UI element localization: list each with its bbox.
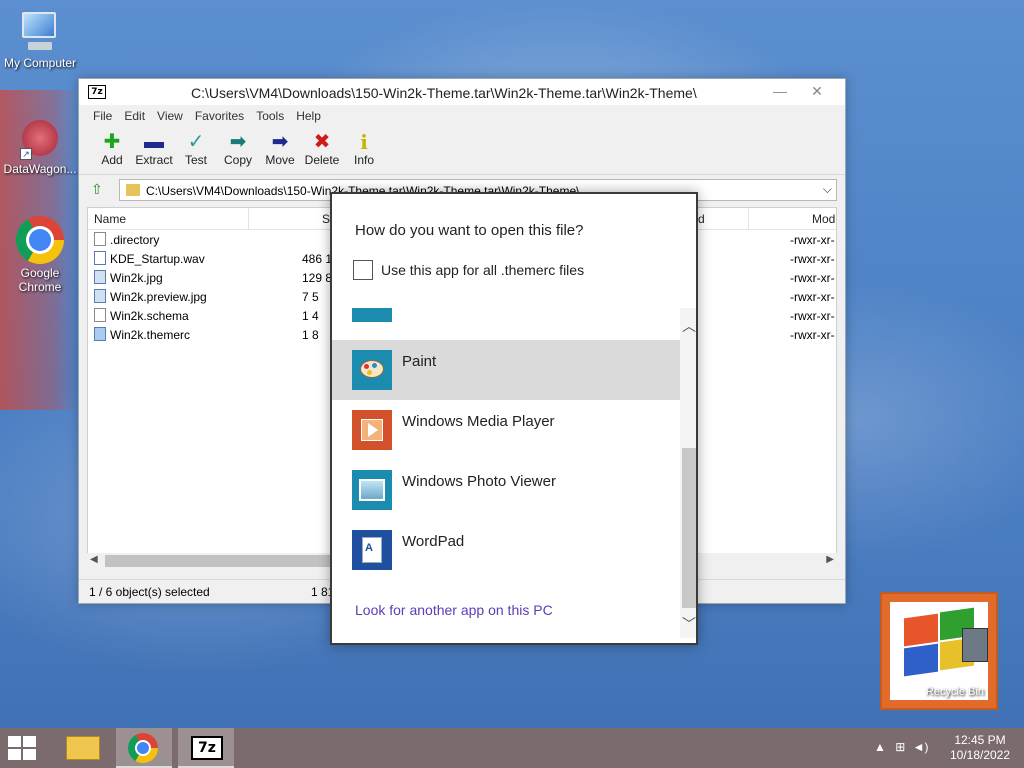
7zip-app-icon[interactable]: 7z xyxy=(88,85,106,99)
menu-favorites[interactable]: Favorites xyxy=(189,109,250,123)
start-button[interactable] xyxy=(8,736,38,760)
move-icon: ➡ xyxy=(271,131,289,153)
app-item-windows-media-player[interactable]: Windows Media Player xyxy=(332,400,680,460)
column-modified[interactable]: d xyxy=(698,212,705,226)
desktop-icon-label: DataWagon... xyxy=(3,162,77,176)
datawagon-icon: ↗ xyxy=(18,116,62,160)
dialog-question: How do you want to open this file? xyxy=(355,222,584,239)
scroll-right-icon[interactable]: ▶ xyxy=(826,554,834,565)
paint-icon xyxy=(352,350,392,390)
copy-icon: ➡ xyxy=(229,131,247,153)
desktop-icon-datawagon[interactable]: ↗ DataWagon... xyxy=(0,116,80,176)
desktop-icon-recycle-bin[interactable]: Recycle Bin xyxy=(880,592,998,710)
chevron-up-icon[interactable]: ︿ xyxy=(682,316,696,336)
look-for-another-app-link[interactable]: Look for another app on this PC xyxy=(355,602,553,618)
clock-time: 12:45 PM xyxy=(954,733,1006,747)
clock-date: 10/18/2022 xyxy=(949,748,1011,762)
volume-icon[interactable]: ◄) xyxy=(913,740,929,754)
file-icon xyxy=(94,327,106,341)
photo-viewer-icon xyxy=(352,470,392,510)
app-list: Paint Windows Media Player Windows Photo… xyxy=(332,308,680,608)
scrollbar-thumb[interactable] xyxy=(105,555,335,567)
menu-tools[interactable]: Tools xyxy=(250,109,290,123)
test-icon: ✓ xyxy=(187,131,205,153)
folder-icon xyxy=(126,184,140,196)
app-list-scrollbar[interactable]: ︿ ﹀ xyxy=(680,308,696,638)
desktop-icon-my-computer[interactable]: My Computer xyxy=(0,10,80,70)
info-button[interactable]: i Info xyxy=(343,127,385,174)
wordpad-icon: A xyxy=(352,530,392,570)
app-item-paint[interactable]: Paint xyxy=(332,340,680,400)
app-item-windows-photo-viewer[interactable]: Windows Photo Viewer xyxy=(332,460,680,520)
menu-bar: File Edit View Favorites Tools Help xyxy=(79,105,845,127)
minimize-button[interactable]: — xyxy=(767,81,793,101)
folder-icon xyxy=(66,736,100,760)
computer-icon xyxy=(18,10,62,54)
add-button[interactable]: ✚ Add xyxy=(91,127,133,174)
unknown-app-icon xyxy=(352,308,392,322)
network-icon[interactable]: ⊞ xyxy=(895,740,905,754)
window-title: C:\Users\VM4\Downloads\150-Win2k-Theme.t… xyxy=(191,85,697,101)
test-button[interactable]: ✓ Test xyxy=(175,127,217,174)
taskbar-google-chrome[interactable] xyxy=(116,728,172,768)
toolbar: ✚ Add ▬ Extract ✓ Test ➡ Copy ➡ Move ✖ Delete … xyxy=(79,127,845,175)
desktop-icon-label: Google Chrome xyxy=(18,266,62,294)
up-folder-icon[interactable]: ⇧ xyxy=(91,181,103,198)
app-item-wordpad[interactable]: A WordPad xyxy=(332,520,680,580)
column-name[interactable]: Name xyxy=(94,212,126,226)
delete-button[interactable]: ✖ Delete xyxy=(301,127,343,174)
close-button[interactable]: ✕ xyxy=(795,81,839,101)
windows-logo-icon xyxy=(8,736,21,747)
scrollbar-thumb[interactable] xyxy=(682,448,696,608)
shortcut-arrow-icon: ↗ xyxy=(20,148,32,160)
taskbar: 7z ▲ ⊞ ◄) 12:45 PM 10/18/2022 xyxy=(0,728,1024,768)
extract-button[interactable]: ▬ Extract xyxy=(133,127,175,174)
chrome-icon xyxy=(16,216,64,264)
recycle-bin-label: Recycle Bin xyxy=(925,686,984,698)
desktop-icon-google-chrome[interactable]: Google Chrome xyxy=(0,216,80,294)
always-use-label[interactable]: Use this app for all .themerc files xyxy=(381,262,584,278)
copy-button[interactable]: ➡ Copy xyxy=(217,127,259,174)
open-with-dialog: How do you want to open this file? Use t… xyxy=(330,192,698,645)
menu-view[interactable]: View xyxy=(151,109,189,123)
image-file-icon xyxy=(94,289,106,303)
info-icon: i xyxy=(360,130,368,154)
extract-icon: ▬ xyxy=(144,131,164,153)
taskbar-7zip[interactable]: 7z xyxy=(178,728,234,768)
audio-file-icon xyxy=(94,251,106,265)
show-hidden-icons-icon[interactable]: ▲ xyxy=(874,740,886,754)
delete-icon: ✖ xyxy=(313,131,331,153)
menu-help[interactable]: Help xyxy=(290,109,327,123)
chrome-icon xyxy=(128,733,158,763)
chevron-down-icon[interactable]: ﹀ xyxy=(682,614,696,634)
file-icon xyxy=(94,232,106,246)
media-player-icon xyxy=(352,410,392,450)
image-file-icon xyxy=(94,270,106,284)
recycle-bin-icon xyxy=(962,628,988,662)
move-button[interactable]: ➡ Move xyxy=(259,127,301,174)
chevron-down-icon[interactable]: ⌵ xyxy=(823,182,832,197)
app-item-partial[interactable] xyxy=(332,308,680,332)
column-mode[interactable]: Mod xyxy=(812,212,835,226)
add-icon: ✚ xyxy=(103,131,121,153)
system-tray: ▲ ⊞ ◄) xyxy=(874,740,929,754)
title-bar[interactable]: 7z C:\Users\VM4\Downloads\150-Win2k-Them… xyxy=(79,79,845,105)
menu-file[interactable]: File xyxy=(87,109,118,123)
7zip-app-icon: 7z xyxy=(191,736,223,760)
clock[interactable]: 12:45 PM 10/18/2022 xyxy=(940,733,1020,763)
scroll-left-icon[interactable]: ◀ xyxy=(90,554,98,565)
desktop-icon-label: My Computer xyxy=(3,56,77,70)
file-icon xyxy=(94,308,106,322)
taskbar-file-explorer[interactable] xyxy=(56,728,112,768)
menu-edit[interactable]: Edit xyxy=(118,109,151,123)
always-use-checkbox[interactable] xyxy=(353,260,373,280)
status-selection: 1 / 6 object(s) selected xyxy=(89,585,210,599)
